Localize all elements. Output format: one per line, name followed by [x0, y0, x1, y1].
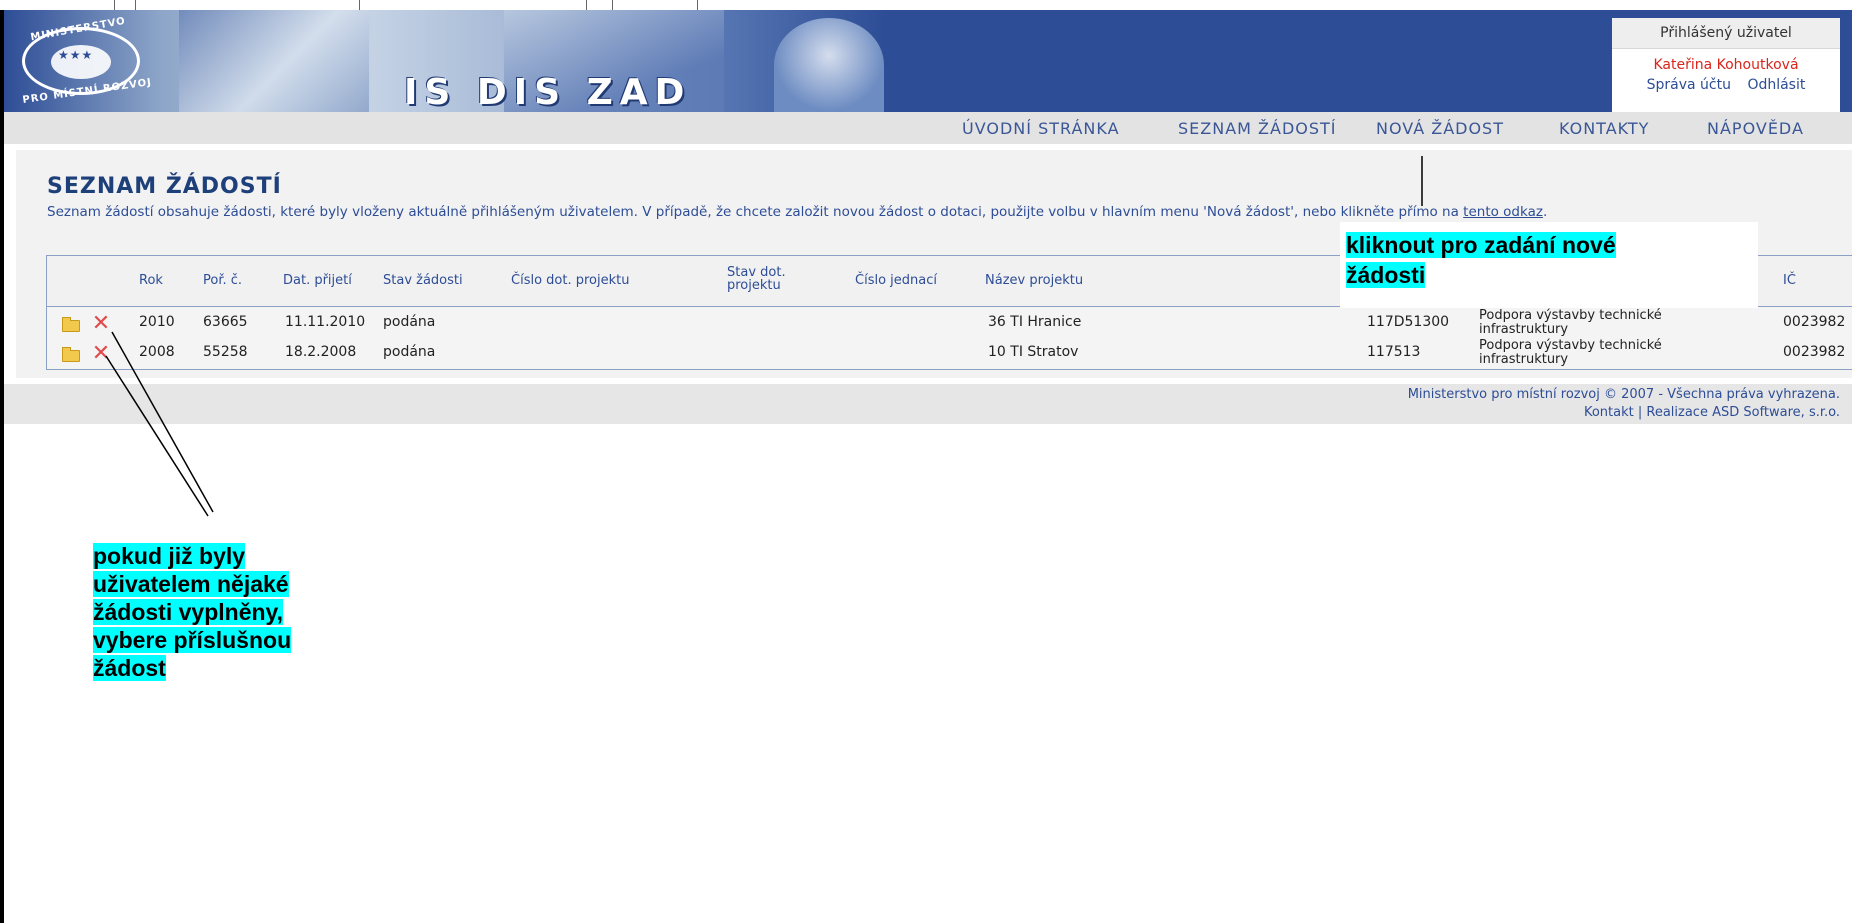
- cell-date: 18.2.2008: [285, 344, 357, 360]
- col-header-project-status[interactable]: Stav dot. projektu: [727, 266, 807, 292]
- open-folder-icon[interactable]: [61, 346, 81, 362]
- footer-copyright: Ministerstvo pro místní rozvoj © 2007 - …: [1407, 387, 1840, 402]
- page-title: SEZNAM ŽÁDOSTÍ: [47, 174, 282, 199]
- cell-project-name: 36 TI Hranice: [988, 314, 1082, 330]
- annotation-line-text: vybere příslušnou: [93, 627, 292, 653]
- col-header-status[interactable]: Stav žádosti: [383, 273, 463, 288]
- annotation-line-text: žádosti vyplněny,: [93, 599, 284, 625]
- annotation-line-text: žádost: [93, 655, 166, 681]
- logo-stars-icon: ★★★: [58, 48, 94, 62]
- cell-status: podána: [383, 314, 436, 330]
- nav-item-help[interactable]: NÁPOVĚDA: [1707, 119, 1804, 138]
- app-title: IS DIS ZAD: [404, 72, 692, 112]
- col-header-date[interactable]: Dat. přijetí: [283, 273, 352, 288]
- col-header-reference[interactable]: Číslo jednací: [855, 273, 937, 288]
- cell-date: 11.11.2010: [285, 314, 366, 330]
- nav-item-request-list[interactable]: SEZNAM ŽÁDOSTÍ: [1178, 119, 1337, 138]
- new-request-link[interactable]: tento odkaz: [1463, 204, 1543, 220]
- footer-links: Kontakt | Realizace ASD Software, s.r.o.: [1584, 405, 1840, 420]
- cell-project-name: 10 TI Stratov: [988, 344, 1079, 360]
- annotation-line-text: uživatelem nějaké: [93, 571, 289, 597]
- top-strip: [0, 0, 1852, 10]
- cell-program: Podpora výstavby technické infrastruktur…: [1479, 308, 1662, 337]
- cell-year: 2008: [139, 344, 175, 360]
- cell-status: podána: [383, 344, 436, 360]
- user-panel: Přihlášený uživatel Kateřina Kohoutková …: [1612, 18, 1840, 112]
- annotation-line: [105, 355, 209, 517]
- user-panel-title: Přihlášený uživatel: [1612, 18, 1840, 49]
- col-header-order[interactable]: Poř. č.: [203, 273, 242, 288]
- delete-icon[interactable]: ✕: [91, 313, 111, 335]
- col-header-year[interactable]: Rok: [139, 273, 163, 288]
- footer-separator: |: [1633, 405, 1647, 420]
- cell-ic: 0023982: [1783, 344, 1846, 360]
- nav-item-contacts[interactable]: KONTAKTY: [1559, 119, 1649, 138]
- account-settings-link[interactable]: Správa účtu: [1647, 77, 1731, 93]
- logout-link[interactable]: Odhlásit: [1747, 77, 1805, 93]
- open-folder-icon[interactable]: [61, 316, 81, 332]
- cell-ic: 0023982: [1783, 314, 1846, 330]
- banner-photo: [774, 18, 884, 112]
- annotation-new-request: kliknout pro zadání nové žádosti: [1346, 230, 1616, 290]
- annotation-select-request: pokud již byly uživatelem nějaké žádosti…: [93, 542, 292, 682]
- description-end: .: [1542, 204, 1548, 220]
- footer-contact-link[interactable]: Kontakt: [1584, 405, 1634, 420]
- nav-item-home[interactable]: ÚVODNÍ STRÁNKA: [962, 119, 1120, 138]
- cell-code: 117513: [1367, 344, 1421, 360]
- cell-program: Podpora výstavby technické infrastruktur…: [1479, 338, 1662, 367]
- col-header-project-number[interactable]: Číslo dot. projektu: [511, 273, 629, 288]
- annotation-line-text: žádosti: [1346, 262, 1426, 288]
- user-links: Správa účtu Odhlásit: [1612, 77, 1840, 93]
- main-nav: ÚVODNÍ STRÁNKA SEZNAM ŽÁDOSTÍ NOVÁ ŽÁDOS…: [4, 112, 1852, 144]
- delete-icon[interactable]: ✕: [91, 343, 111, 365]
- cell-year: 2010: [139, 314, 175, 330]
- site-header: ★★★ MINISTERSTVO PRO MÍSTNÍ ROZVOJ IS DI…: [4, 10, 1852, 112]
- description-text: Seznam žádostí obsahuje žádosti, které b…: [47, 204, 1464, 220]
- col-header-ic[interactable]: IČ: [1783, 273, 1796, 288]
- footer-realization-link[interactable]: Realizace ASD Software, s.r.o.: [1646, 405, 1840, 420]
- nav-item-new-request[interactable]: NOVÁ ŽÁDOST: [1376, 119, 1504, 138]
- cell-order: 55258: [203, 344, 248, 360]
- cell-code: 117D51300: [1367, 314, 1450, 330]
- annotation-line-text: kliknout pro zadání nové: [1346, 232, 1616, 258]
- cell-order: 63665: [203, 314, 248, 330]
- col-header-project-name[interactable]: Název projektu: [985, 273, 1083, 288]
- banner-photo: [179, 10, 369, 112]
- user-name: Kateřina Kohoutková: [1653, 57, 1799, 73]
- site-footer: Ministerstvo pro místní rozvoj © 2007 - …: [4, 384, 1852, 424]
- page-description: Seznam žádostí obsahuje žádosti, které b…: [47, 205, 1807, 220]
- annotation-line-text: pokud již byly: [93, 543, 246, 569]
